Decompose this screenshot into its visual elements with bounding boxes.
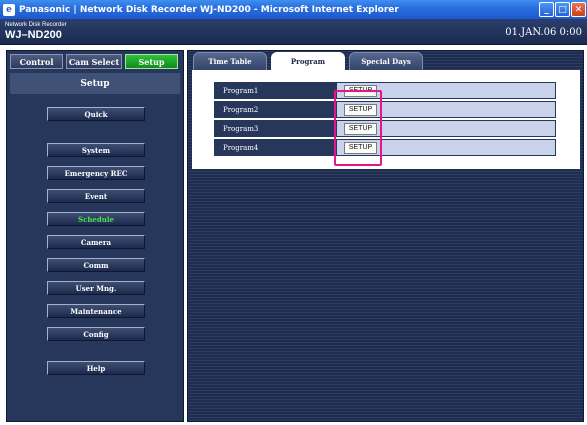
window-title: Panasonic | Network Disk Recorder WJ-ND2… — [19, 4, 399, 15]
program-cell: SETUP — [337, 139, 556, 156]
program-cell: SETUP — [337, 101, 556, 118]
sidebar-title: Setup — [10, 73, 180, 94]
datetime-display: 01.JAN.06 0:00 — [505, 27, 582, 38]
brand-subtitle: Network Disk Recorder — [5, 22, 67, 28]
menu-comm-button[interactable]: Comm — [47, 258, 145, 272]
schedule-panel: Time Table Program Special Days Program1… — [187, 50, 584, 422]
tab-setup[interactable]: Setup — [125, 54, 178, 69]
program-table: Program1 SETUP Program2 SETUP Program3 S… — [214, 82, 556, 166]
menu-emergency-rec-button[interactable]: Emergency REC — [47, 166, 145, 180]
model-name: WJ–ND200 — [5, 29, 62, 41]
tab-program[interactable]: Program — [271, 52, 345, 70]
menu-schedule-button[interactable]: Schedule — [47, 212, 145, 226]
window-titlebar: e Panasonic | Network Disk Recorder WJ-N… — [0, 0, 587, 19]
menu-camera-button[interactable]: Camera — [47, 235, 145, 249]
table-row: Program3 SETUP — [214, 120, 556, 137]
tab-control[interactable]: Control — [10, 54, 63, 69]
program1-setup-button[interactable]: SETUP — [344, 84, 377, 97]
app-header: Network Disk Recorder WJ–ND200 01.JAN.06… — [0, 19, 587, 45]
menu-maintenance-button[interactable]: Maintenance — [47, 304, 145, 318]
program-label: Program4 — [214, 139, 337, 156]
ie-icon: e — [3, 3, 15, 16]
program4-setup-button[interactable]: SETUP — [344, 141, 377, 154]
program-label: Program3 — [214, 120, 337, 137]
menu-system-button[interactable]: System — [47, 143, 145, 157]
tab-time-table[interactable]: Time Table — [193, 52, 267, 70]
menu-user-mng-button[interactable]: User Mng. — [47, 281, 145, 295]
program2-setup-button[interactable]: SETUP — [344, 103, 377, 116]
program-label: Program2 — [214, 101, 337, 118]
minimize-button[interactable]: _ — [539, 2, 554, 17]
tab-cam-select[interactable]: Cam Select — [66, 54, 122, 69]
program-cell: SETUP — [337, 82, 556, 99]
menu-event-button[interactable]: Event — [47, 189, 145, 203]
menu-config-button[interactable]: Config — [47, 327, 145, 341]
program-cell: SETUP — [337, 120, 556, 137]
program-label: Program1 — [214, 82, 337, 99]
setup-sidebar: Control Cam Select Setup Setup Quick Sys… — [6, 50, 184, 422]
menu-quick-button[interactable]: Quick — [47, 107, 145, 121]
mode-tabs: Control Cam Select Setup — [10, 54, 178, 69]
window-controls: _ □ ✕ — [539, 2, 586, 17]
close-button[interactable]: ✕ — [571, 2, 586, 17]
program3-setup-button[interactable]: SETUP — [344, 122, 377, 135]
tab-special-days[interactable]: Special Days — [349, 52, 423, 70]
table-row: Program4 SETUP — [214, 139, 556, 156]
table-row: Program2 SETUP — [214, 101, 556, 118]
menu-help-button[interactable]: Help — [47, 361, 145, 375]
maximize-button[interactable]: □ — [555, 2, 570, 17]
table-row: Program1 SETUP — [214, 82, 556, 99]
schedule-tabs: Time Table Program Special Days — [193, 52, 423, 70]
program-content: Program1 SETUP Program2 SETUP Program3 S… — [192, 70, 580, 169]
